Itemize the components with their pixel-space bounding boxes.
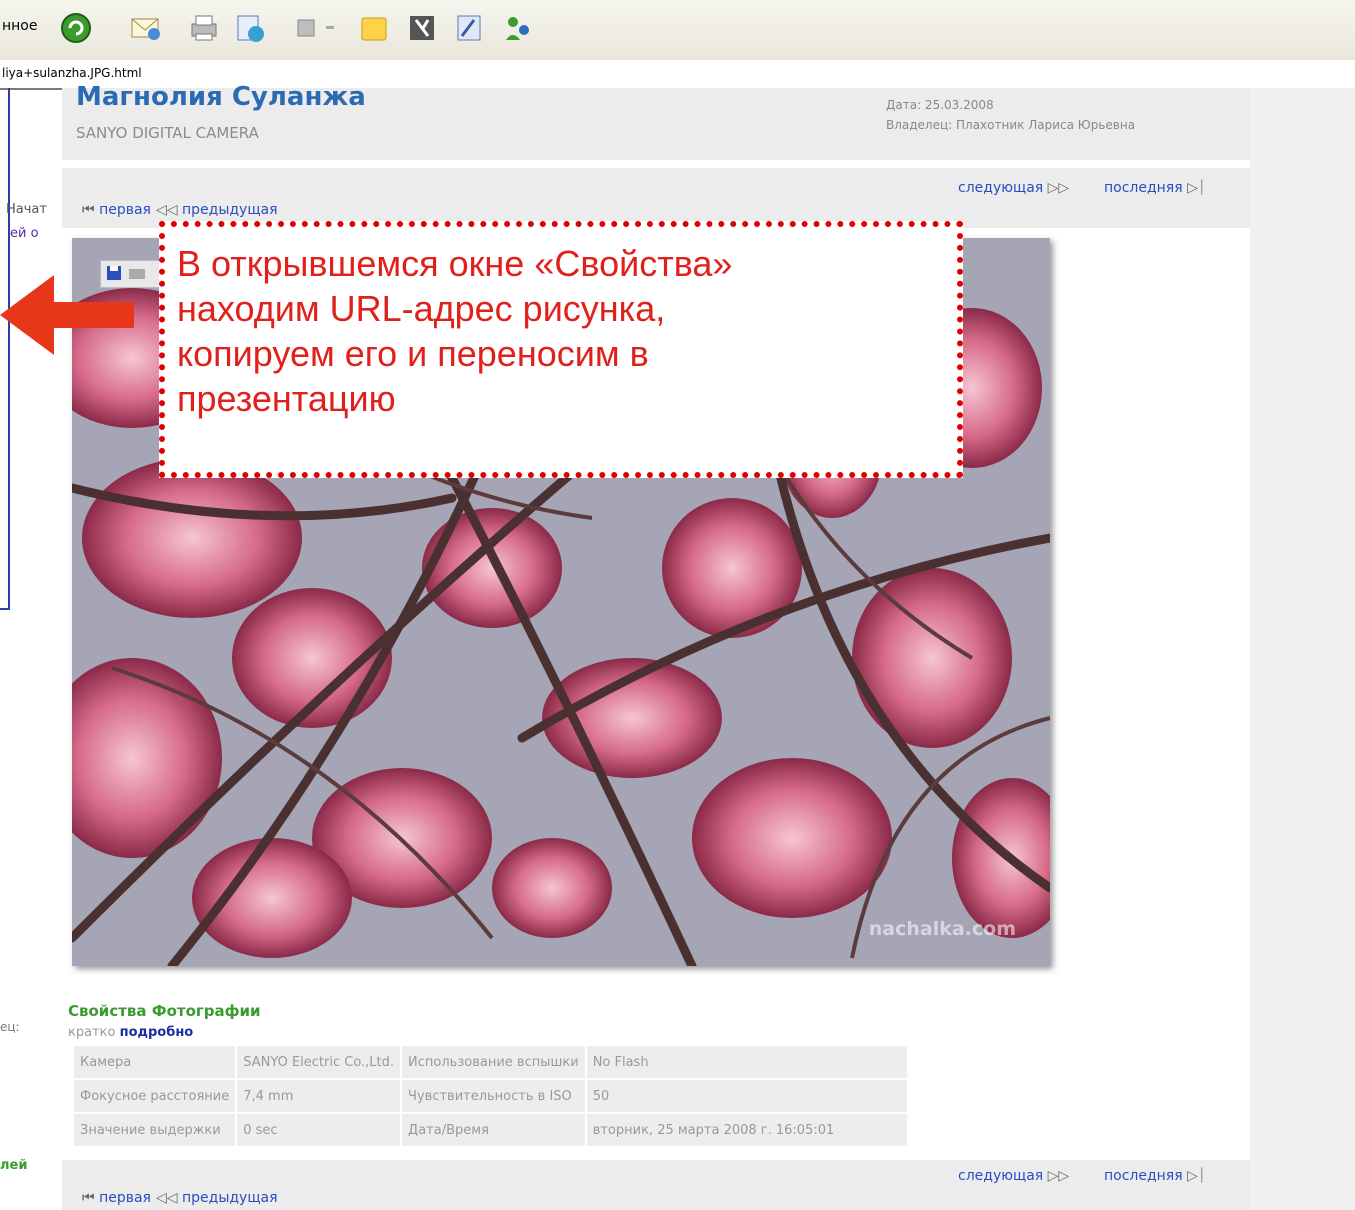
prop-value: No Flash [586,1046,907,1078]
photo-header: Магнолия Суланжа SANYO DIGITAL CAMERA Да… [62,82,1250,160]
address-url[interactable]: liya+sulanzha.JPG.html [2,66,142,80]
photo-owner: Владелец: Плахотник Лариса Юрьевна [886,118,1136,132]
nav-next-link-bottom[interactable]: следующая ▷▷ [958,1168,1069,1184]
pager-bottom: ⏮ первая ◁◁ предыдущая следующая ▷▷ посл… [62,1160,1250,1210]
nav-first-link[interactable]: ⏮ первая [82,202,151,218]
right-margin [1250,88,1355,1210]
nav-last-link[interactable]: последняя ▷⏐ [1104,180,1206,196]
tools-icon[interactable] [452,10,488,46]
annotation-line-3: копируем его и переносим в [177,333,649,374]
favorites-icon[interactable] [404,10,440,46]
nav-previous-link-bottom[interactable]: ◁◁ предыдущая [156,1190,278,1206]
prop-key: Фокусное расстояние [74,1080,236,1112]
annotation-line-1: В открывшемся окне «Свойства» [177,243,733,284]
nav-next-label-bottom: следующая [958,1168,1044,1184]
properties-view-switch: кратко подробно [68,1025,193,1040]
prop-value: SANYO Electric Co.,Ltd. [237,1046,401,1078]
detail-link[interactable]: подробно [120,1025,194,1040]
edit-icon[interactable] [232,10,268,46]
users-icon[interactable] [500,10,536,46]
folder-icon[interactable] [356,10,392,46]
nav-previous-label: предыдущая [181,202,278,218]
table-row: Значение выдержки 0 sec Дата/Время вторн… [74,1114,907,1146]
prop-key: Чувствительность в ISO [402,1080,585,1112]
prop-value: 0 sec [237,1114,401,1146]
left-panel-text-2[interactable]: ей о [10,226,39,241]
photo-description: SANYO DIGITAL CAMERA [76,124,259,142]
annotation-line-4: презентацию [177,378,396,419]
prop-key: Дата/Время [402,1114,585,1146]
nav-first-label: первая [99,202,151,218]
nav-last-label-bottom: последняя [1104,1168,1183,1184]
refresh-icon[interactable] [58,10,94,46]
prop-key: Значение выдержки [74,1114,236,1146]
table-row: Фокусное расстояние 7,4 mm Чувствительно… [74,1080,907,1112]
annotation-line-2: находим URL-адрес рисунка, [177,288,666,329]
photo-date: Дата: 25.03.2008 [886,98,994,112]
nav-next-label: следующая [958,180,1044,196]
photo-title: Магнолия Суланжа [76,82,366,112]
prop-value: 50 [586,1080,907,1112]
nav-first-label-bottom: первая [99,1190,151,1206]
red-arrow-icon [0,275,134,355]
left-panel: Начат ей о ец: лей [0,88,62,1210]
nav-previous-link[interactable]: ◁◁ предыдущая [156,202,278,218]
left-panel-text-4[interactable]: лей [0,1158,27,1173]
browser-toolbar: нное [0,0,1355,61]
prop-key: Камера [74,1046,236,1078]
nav-previous-label-bottom: предыдущая [181,1190,278,1206]
nav-first-link-bottom[interactable]: ⏮ первая [82,1190,151,1206]
left-panel-text-3: ец: [0,1020,20,1034]
prop-value: вторник, 25 марта 2008 г. 16:05:01 [586,1114,907,1146]
prop-key: Использование вспышки [402,1046,585,1078]
properties-table: Камера SANYO Electric Co.,Ltd. Использов… [72,1044,909,1148]
left-panel-text-1[interactable]: Начат [6,202,47,217]
photo-watermark: nachalka.com [868,918,1016,940]
nav-next-link[interactable]: следующая ▷▷ [958,180,1069,196]
toolbar-cut-label: нное [2,18,38,34]
brief-link[interactable]: кратко [68,1025,115,1040]
annotation-callout: В открывшемся окне «Свойства» находим UR… [159,221,963,478]
pager-top: ⏮ первая ◁◁ предыдущая следующая ▷▷ посл… [62,168,1250,228]
table-row: Камера SANYO Electric Co.,Ltd. Использов… [74,1046,907,1078]
print-icon[interactable] [186,10,222,46]
nav-last-link-bottom[interactable]: последняя ▷⏐ [1104,1168,1206,1184]
prop-value: 7,4 mm [237,1080,401,1112]
mail-icon[interactable] [128,10,164,46]
nav-last-label: последняя [1104,180,1183,196]
properties-title: Свойства Фотографии [68,1002,261,1020]
chevron-down-icon[interactable] [318,10,338,46]
